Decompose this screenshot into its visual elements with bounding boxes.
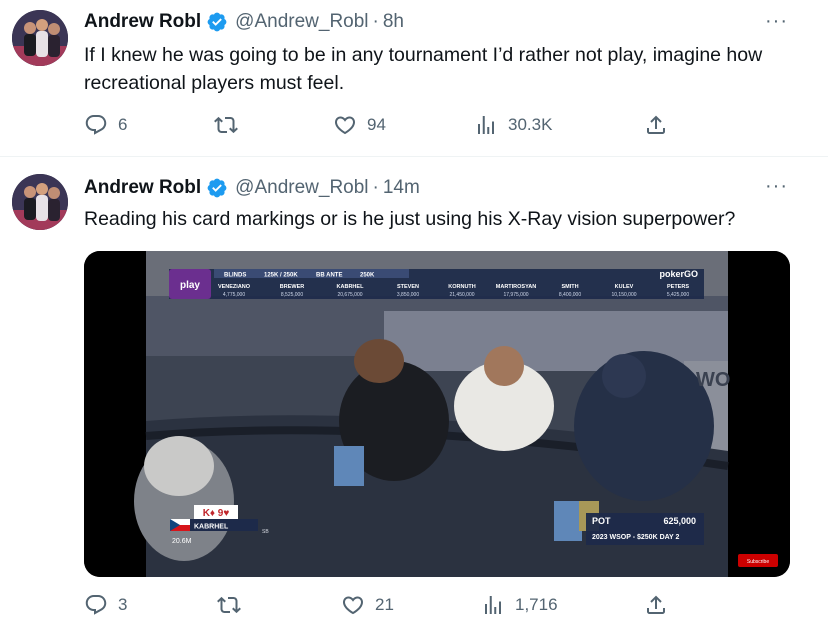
author-name[interactable]: Andrew Robl	[84, 177, 201, 199]
separator-dot: ·	[372, 177, 379, 198]
like-button[interactable]: 21	[341, 593, 394, 617]
reply-count: 3	[118, 595, 128, 614]
hole-cards-text: K♦ 9♥	[203, 508, 230, 519]
subscribe-text: Subscribe	[747, 559, 769, 565]
more-options-icon[interactable]: ···	[765, 175, 788, 198]
tweet[interactable]: Andrew Robl @Andrew_Robl · 8h ··· If I k…	[0, 0, 828, 156]
retweet-icon	[217, 596, 241, 614]
player-stack: 8,525,000	[281, 292, 303, 298]
views-button[interactable]: 1,716	[481, 593, 558, 617]
timestamp[interactable]: 8h	[383, 11, 404, 33]
player-name: KABRHEL	[337, 284, 365, 290]
player-stack: 8,400,000	[559, 292, 581, 298]
timestamp[interactable]: 14m	[383, 177, 420, 199]
more-options-icon[interactable]: ···	[765, 10, 788, 33]
avatar[interactable]	[12, 10, 68, 66]
player-position: SB	[262, 529, 269, 535]
player-stack: 5,425,000	[667, 292, 689, 298]
verified-badge-icon	[207, 12, 227, 32]
verified-badge-icon	[207, 178, 227, 198]
avatar[interactable]	[12, 174, 68, 230]
reply-icon	[85, 595, 107, 615]
player-stack: 3,850,000	[397, 292, 419, 298]
event-label: 2023 WSOP - $250K DAY 2	[592, 534, 680, 541]
author-handle[interactable]: @Andrew_Robl	[235, 11, 368, 33]
pot-value: 625,000	[663, 516, 696, 526]
player-name: BREWER	[280, 284, 304, 290]
player-name: SMITH	[561, 284, 578, 290]
share-icon	[647, 595, 665, 614]
reply-button[interactable]: 6	[84, 113, 127, 137]
play-logo-text: play	[180, 280, 200, 291]
blinds-label: BLINDS	[224, 273, 246, 279]
retweet-button[interactable]	[217, 593, 251, 617]
reply-count: 6	[118, 115, 128, 134]
player-name: STEVEN	[397, 284, 419, 290]
player-name-tag: KABRHEL	[194, 524, 229, 531]
retweet-icon	[214, 116, 238, 134]
wall-text: WO	[696, 369, 730, 391]
player-stack: 17,975,000	[503, 292, 528, 298]
player-name: KORNUTH	[448, 284, 476, 290]
share-button[interactable]	[644, 113, 668, 137]
reply-icon	[85, 115, 107, 135]
action-bar: 3 21 1,716	[84, 593, 684, 623]
player-stack: 4,775,000	[223, 292, 245, 298]
separator-dot: ·	[372, 11, 379, 32]
tweet-text: Reading his card markings or is he just …	[84, 208, 736, 230]
author-handle[interactable]: @Andrew_Robl	[235, 177, 368, 199]
like-count: 21	[375, 595, 394, 614]
player-stack: 20,675,000	[337, 292, 362, 298]
author-name[interactable]: Andrew Robl	[84, 11, 201, 33]
analytics-icon	[478, 116, 494, 134]
pokergo-logo: pokerGO	[659, 269, 698, 279]
pot-label: POT	[592, 516, 611, 526]
share-icon	[647, 115, 665, 134]
player-stack: 21,450,000	[449, 292, 474, 298]
views-count: 1,716	[515, 595, 558, 614]
reply-button[interactable]: 3	[84, 593, 127, 617]
heart-icon	[342, 596, 364, 615]
tweet-media-image[interactable]: play BLINDS 125K / 250K BB ANTE 250K pok…	[84, 251, 790, 577]
bb-ante-value: 250K	[360, 273, 375, 279]
heart-icon	[334, 116, 356, 135]
like-count: 94	[367, 115, 386, 134]
analytics-icon	[485, 596, 501, 614]
player-name: PETERS	[667, 284, 689, 290]
views-count: 30.3K	[508, 115, 553, 134]
player-name: VENEZIANO	[218, 284, 251, 290]
tweet[interactable]: Andrew Robl @Andrew_Robl · 14m ··· Readi…	[0, 157, 828, 629]
player-stack: 10,150,000	[611, 292, 636, 298]
tweet-text: If I knew he was going to be in any tour…	[84, 44, 763, 94]
views-button[interactable]: 30.3K	[474, 113, 552, 137]
player-name: KULEV	[615, 284, 634, 290]
action-bar: 6 94 30.3K	[84, 113, 684, 143]
bb-ante-label: BB ANTE	[316, 273, 342, 279]
retweet-button[interactable]	[214, 113, 248, 137]
player-name: MARTIROSYAN	[496, 284, 536, 290]
blinds-value: 125K / 250K	[264, 273, 298, 279]
player-chip-stack: 20.6M	[172, 538, 192, 545]
share-button[interactable]	[644, 593, 668, 617]
like-button[interactable]: 94	[333, 113, 386, 137]
